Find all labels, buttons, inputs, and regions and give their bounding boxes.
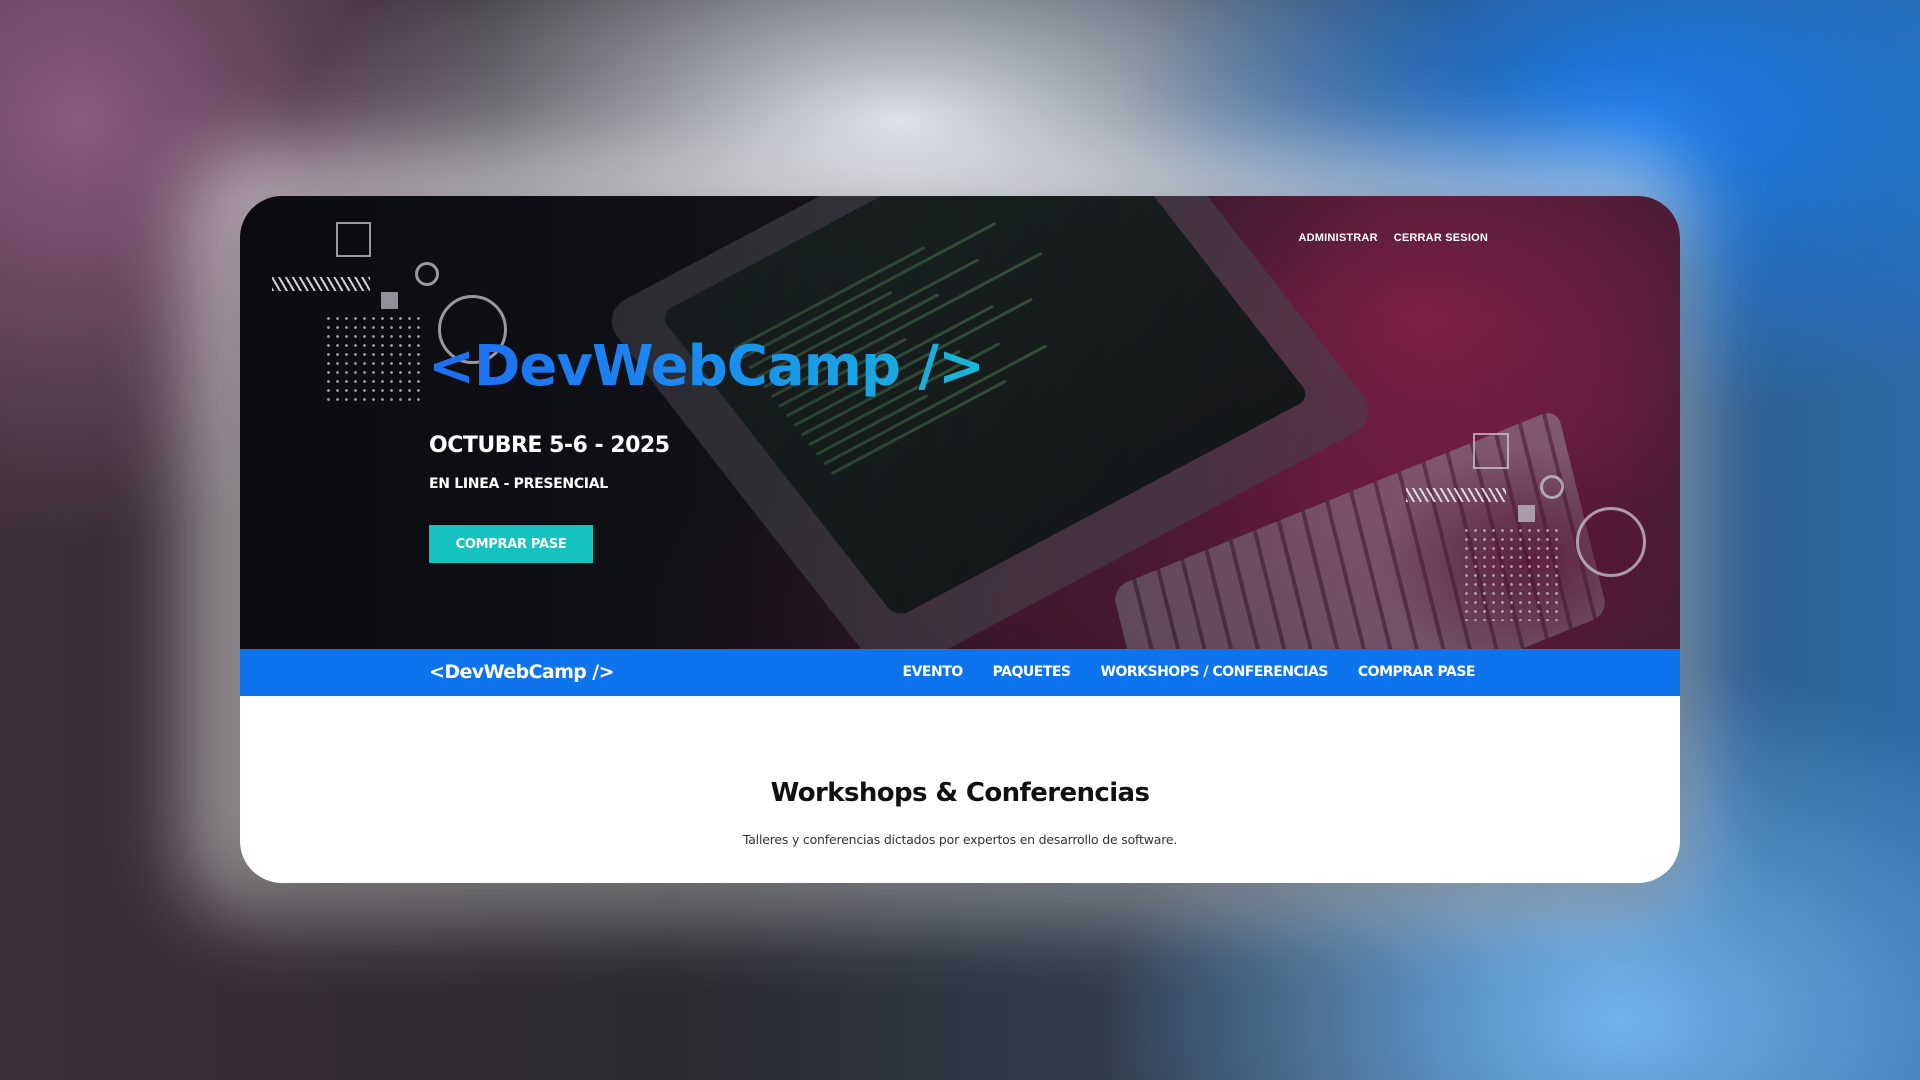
- hero-logo: <DevWebCamp />: [428, 334, 985, 399]
- deco-large-ring: [1576, 507, 1646, 577]
- browser-viewport: ADMINISTRAR CERRAR SESION <DevWebCamp />…: [240, 196, 1680, 883]
- deco-square-filled: [381, 292, 398, 309]
- nav-link-evento[interactable]: EVENTO: [903, 664, 964, 680]
- deco-square-outline: [336, 222, 371, 257]
- deco-stripes: [272, 277, 370, 291]
- nav-link-paquetes[interactable]: PAQUETES: [993, 664, 1071, 680]
- deco-small-ring: [415, 262, 439, 286]
- hero-header: ADMINISTRAR CERRAR SESION <DevWebCamp />…: [240, 196, 1680, 649]
- admin-link[interactable]: ADMINISTRAR: [1299, 232, 1378, 244]
- deco-dot-grid: [1462, 526, 1562, 621]
- deco-stripes: [1406, 488, 1506, 502]
- logout-link[interactable]: CERRAR SESION: [1394, 232, 1488, 244]
- nav-link-workshops[interactable]: WORKSHOPS / CONFERENCIAS: [1101, 664, 1329, 680]
- buy-pass-button[interactable]: COMPRAR PASE: [429, 525, 593, 563]
- deco-small-ring: [1540, 475, 1564, 499]
- deco-square-filled: [1518, 505, 1535, 522]
- main-navbar: <DevWebCamp /> EVENTO PAQUETES WORKSHOPS…: [240, 649, 1680, 696]
- event-mode: EN LINEA - PRESENCIAL: [429, 476, 608, 492]
- deco-square-outline: [1473, 433, 1509, 469]
- navbar-logo[interactable]: <DevWebCamp />: [429, 661, 615, 683]
- event-date: OCTUBRE 5-6 - 2025: [429, 433, 670, 458]
- section-subtitle: Talleres y conferencias dictados por exp…: [742, 832, 1178, 847]
- section-title: Workshops & Conferencias: [770, 778, 1150, 808]
- deco-dot-grid: [324, 314, 424, 404]
- account-links: ADMINISTRAR CERRAR SESION: [1299, 232, 1488, 244]
- nav-link-comprar-pase[interactable]: COMPRAR PASE: [1358, 664, 1476, 680]
- navbar-links: EVENTO PAQUETES WORKSHOPS / CONFERENCIAS…: [903, 664, 1476, 680]
